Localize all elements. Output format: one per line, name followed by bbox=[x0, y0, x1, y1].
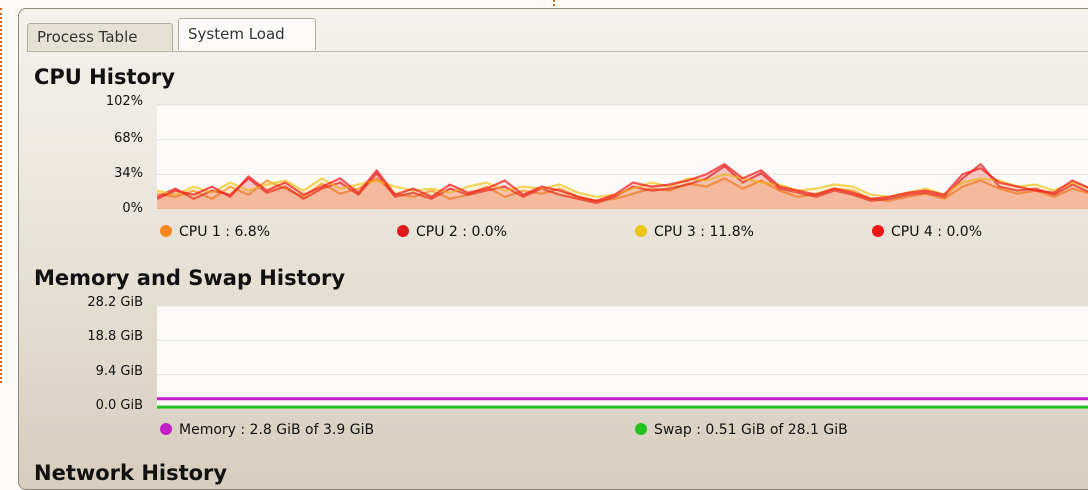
cpu-history-chart bbox=[157, 105, 1088, 209]
network-history-title: Network History bbox=[34, 461, 228, 485]
tab-system-load[interactable]: System Load bbox=[178, 18, 316, 50]
legend-cpu4-color bbox=[872, 225, 884, 237]
cpu-y-tick-34: 34% bbox=[114, 166, 143, 181]
mem-y-tick-9: 9.4 GiB bbox=[95, 364, 143, 379]
legend-cpu2-color bbox=[397, 225, 409, 237]
mem-y-tick-0: 0.0 GiB bbox=[95, 398, 143, 413]
cpu-history-plot bbox=[157, 104, 1088, 209]
legend-cpu3-color bbox=[635, 225, 647, 237]
cpu-y-tick-0: 0% bbox=[122, 201, 143, 216]
legend-memory-color bbox=[160, 423, 172, 435]
legend-cpu2: CPU 2 : 0.0% bbox=[397, 224, 507, 240]
memory-history-chart bbox=[157, 306, 1088, 409]
tab-process-table[interactable]: Process Table bbox=[27, 23, 173, 51]
legend-cpu3: CPU 3 : 11.8% bbox=[635, 224, 754, 240]
page-border-left bbox=[0, 8, 6, 383]
cpu-y-tick-102: 102% bbox=[105, 94, 143, 109]
legend-swap: Swap : 0.51 GiB of 28.1 GiB bbox=[635, 422, 848, 438]
memory-history-plot bbox=[157, 305, 1088, 409]
system-monitor-window: Process Table System Load CPU History 10… bbox=[18, 8, 1088, 490]
tab-bar: Process Table System Load bbox=[27, 14, 1088, 52]
legend-memory: Memory : 2.8 GiB of 3.9 GiB bbox=[160, 422, 374, 438]
mem-y-tick-28: 28.2 GiB bbox=[87, 295, 143, 310]
legend-cpu1-color bbox=[160, 225, 172, 237]
legend-cpu1: CPU 1 : 6.8% bbox=[160, 224, 270, 240]
legend-swap-color bbox=[635, 423, 647, 435]
cpu-history-title: CPU History bbox=[34, 65, 175, 89]
memory-history-title: Memory and Swap History bbox=[34, 266, 346, 290]
legend-cpu4: CPU 4 : 0.0% bbox=[872, 224, 982, 240]
mem-y-tick-18: 18.8 GiB bbox=[87, 329, 143, 344]
cpu-y-tick-68: 68% bbox=[114, 131, 143, 146]
